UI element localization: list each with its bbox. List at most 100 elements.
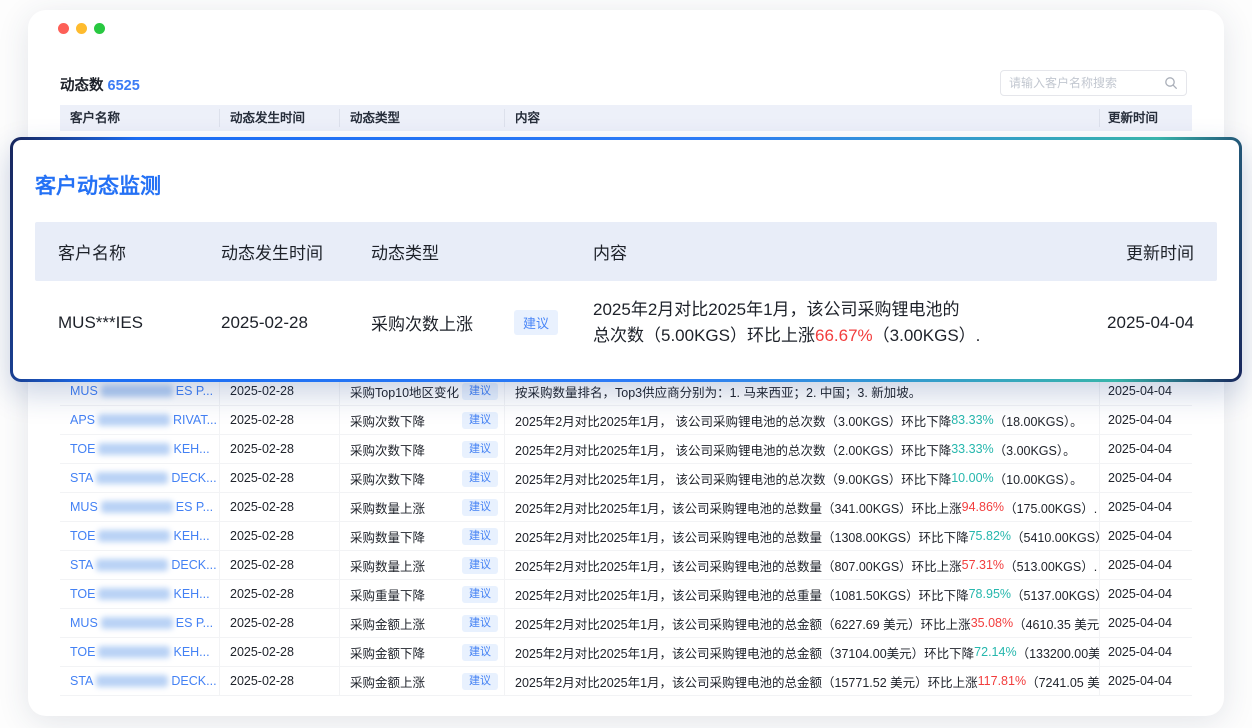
table-row[interactable]: STADECK... 2025-02-28 采购次数下降 建议 2025年2月对… xyxy=(60,464,1192,493)
customer-name-link[interactable]: STADECK... xyxy=(70,558,217,572)
content-cell: 2025年2月对比2025年1月，该公司采购锂电池的总重量（1081.50KGS… xyxy=(505,580,1100,608)
customer-name-suffix: KEH... xyxy=(173,442,209,456)
table-row[interactable]: TOEKEH... 2025-02-28 采购金额下降 建议 2025年2月对比… xyxy=(60,638,1192,667)
event-type-label: 采购重量下降 xyxy=(350,585,425,604)
redacted-name-blur xyxy=(96,675,168,687)
redacted-name-blur xyxy=(101,385,173,397)
content-percent: 75.82% xyxy=(969,529,1011,543)
customer-name-cell: STADECK... xyxy=(60,667,220,695)
table-row[interactable]: TOEKEH... 2025-02-28 采购次数下降 建议 2025年2月对比… xyxy=(60,435,1192,464)
redacted-name-blur xyxy=(96,559,168,571)
minimize-window-button[interactable] xyxy=(76,23,87,34)
header-update-time: 更新时间 xyxy=(1100,109,1192,127)
content-text-prefix: 2025年2月对比2025年1月， 该公司采购锂电池的总次数（9.00KGS）环… xyxy=(515,469,951,488)
table-row[interactable]: TOEKEH... 2025-02-28 采购重量下降 建议 2025年2月对比… xyxy=(60,580,1192,609)
event-type-cell: 采购次数下降 建议 xyxy=(340,435,505,463)
customer-name-link[interactable]: MUSES P... xyxy=(70,500,213,514)
overlay-card: 客户动态监测 客户名称 动态发生时间 动态类型 内容 更新时间 MUS***IE… xyxy=(13,140,1239,379)
dynamic-count: 动态数6525 xyxy=(60,74,140,95)
customer-name-link[interactable]: MUSES P... xyxy=(70,616,213,630)
event-type-cell: 采购金额上涨 建议 xyxy=(340,667,505,695)
event-type-label: 采购次数下降 xyxy=(350,469,425,488)
customer-name-link[interactable]: STADECK... xyxy=(70,674,217,688)
search-icon[interactable] xyxy=(1164,76,1178,90)
customer-name-prefix: TOE xyxy=(70,442,95,456)
update-date-cell: 2025-04-04 xyxy=(1100,638,1192,666)
table-body: MUSES P... 2025-02-28 采购Top10地区变化 建议 按采购… xyxy=(60,377,1192,696)
content-text-prefix: 2025年2月对比2025年1月，该公司采购锂电池的总金额（37104.00美元… xyxy=(515,643,974,662)
table-row[interactable]: TOEKEH... 2025-02-28 采购数量下降 建议 2025年2月对比… xyxy=(60,522,1192,551)
update-date-cell: 2025-04-04 xyxy=(1100,493,1192,521)
redacted-name-blur xyxy=(98,530,170,542)
customer-name-suffix: KEH... xyxy=(173,587,209,601)
customer-name-suffix: RIVAT... xyxy=(173,413,217,427)
customer-name-link[interactable]: TOEKEH... xyxy=(70,645,210,659)
customer-name-suffix: ES P... xyxy=(176,384,213,398)
event-date-cell: 2025-02-28 xyxy=(220,464,340,492)
suggestion-badge: 建议 xyxy=(462,470,498,487)
event-type-label: 采购Top10地区变化 xyxy=(350,382,459,401)
content-cell: 2025年2月对比2025年1月，该公司采购锂电池的总金额（15771.52 美… xyxy=(505,667,1100,695)
content-text-prefix: 2025年2月对比2025年1月，该公司采购锂电池的总重量（1081.50KGS… xyxy=(515,585,969,604)
content-text-suffix: （18.00KGS）。 xyxy=(994,411,1083,430)
suggestion-badge: 建议 xyxy=(462,615,498,632)
content-cell: 2025年2月对比2025年1月，该公司采购锂电池的总金额（37104.00美元… xyxy=(505,638,1100,666)
overlay-header-event-type: 动态类型 xyxy=(348,239,570,264)
customer-name-prefix: TOE xyxy=(70,645,95,659)
content-percent: 33.33% xyxy=(951,442,993,456)
redacted-name-blur xyxy=(101,617,173,629)
overlay-header-content: 内容 xyxy=(570,239,1085,264)
customer-name-cell: STADECK... xyxy=(60,551,220,579)
close-window-button[interactable] xyxy=(58,23,69,34)
table-row[interactable]: STADECK... 2025-02-28 采购金额上涨 建议 2025年2月对… xyxy=(60,667,1192,696)
customer-name-prefix: APS xyxy=(70,413,95,427)
suggestion-badge: 建议 xyxy=(462,557,498,574)
table-row[interactable]: STADECK... 2025-02-28 采购数量上涨 建议 2025年2月对… xyxy=(60,551,1192,580)
content-text-suffix: （5137.00KGS）。 xyxy=(1011,585,1100,604)
customer-name-suffix: DECK... xyxy=(171,558,216,572)
event-date-cell: 2025-02-28 xyxy=(220,667,340,695)
suggestion-badge: 建议 xyxy=(462,383,498,400)
event-date-cell: 2025-02-28 xyxy=(220,551,340,579)
content-cell: 2025年2月对比2025年1月，该公司采购锂电池的总数量（807.00KGS）… xyxy=(505,551,1100,579)
event-type-cell: 采购数量上涨 建议 xyxy=(340,551,505,579)
table-row[interactable]: MUSES P... 2025-02-28 采购数量上涨 建议 2025年2月对… xyxy=(60,493,1192,522)
customer-name-link[interactable]: TOEKEH... xyxy=(70,529,210,543)
content-text-prefix: 2025年2月对比2025年1月， 该公司采购锂电池的总次数（3.00KGS）环… xyxy=(515,411,951,430)
customer-name-cell: TOEKEH... xyxy=(60,522,220,550)
suggestion-badge: 建议 xyxy=(462,528,498,545)
customer-name-link[interactable]: MUSES P... xyxy=(70,384,213,398)
customer-name-prefix: TOE xyxy=(70,587,95,601)
content-percent: 83.33% xyxy=(951,413,993,427)
content-text-prefix: 2025年2月对比2025年1月，该公司采购锂电池的总金额（6227.69 美元… xyxy=(515,614,971,633)
event-type-cell: 采购金额上涨 建议 xyxy=(340,609,505,637)
table-row[interactable]: APSRIVAT... 2025-02-28 采购次数下降 建议 2025年2月… xyxy=(60,406,1192,435)
content-text-suffix: （7241.05 美元）。 xyxy=(1026,672,1100,691)
customer-name-cell: APS RIVAT... xyxy=(60,406,220,434)
event-type-label: 采购金额下降 xyxy=(350,643,425,662)
zoom-window-button[interactable] xyxy=(94,23,105,34)
table-row[interactable]: MUSES P... 2025-02-28 采购金额上涨 建议 2025年2月对… xyxy=(60,609,1192,638)
content-percent: 78.95% xyxy=(969,587,1011,601)
customer-name-link[interactable]: TOE KEH... xyxy=(70,587,210,601)
content-percent: 72.14% xyxy=(974,645,1016,659)
customer-name-prefix: STA xyxy=(70,674,93,688)
event-type-cell: 采购金额下降 建议 xyxy=(340,638,505,666)
event-type-label: 采购数量下降 xyxy=(350,527,425,546)
search-input[interactable] xyxy=(1009,76,1164,90)
customer-name-link[interactable]: TOE KEH... xyxy=(70,442,210,456)
update-date-cell: 2025-04-04 xyxy=(1100,464,1192,492)
redacted-name-blur xyxy=(98,646,170,658)
table-header-row: 客户名称 动态发生时间 动态类型 内容 更新时间 xyxy=(60,105,1192,131)
content-text-suffix: （3.00KGS）。 xyxy=(994,440,1076,459)
overlay-customer-name[interactable]: MUS***IES xyxy=(35,313,198,333)
content-cell: 2025年2月对比2025年1月，该公司采购锂电池的总数量（1308.00KGS… xyxy=(505,522,1100,550)
toolbar: 动态数6525 xyxy=(60,68,1192,98)
overlay-header-row: 客户名称 动态发生时间 动态类型 内容 更新时间 xyxy=(35,222,1217,281)
overlay-header-update-time: 更新时间 xyxy=(1085,239,1217,264)
overlay-data-row[interactable]: MUS***IES 2025-02-28 采购次数上涨 建议 2025年2月对比… xyxy=(35,281,1217,364)
content-text-suffix: （513.00KGS）. xyxy=(1004,556,1097,575)
header-content: 内容 xyxy=(505,109,1100,127)
customer-name-link[interactable]: APS RIVAT... xyxy=(70,413,217,427)
customer-name-link[interactable]: STADECK... xyxy=(70,471,217,485)
